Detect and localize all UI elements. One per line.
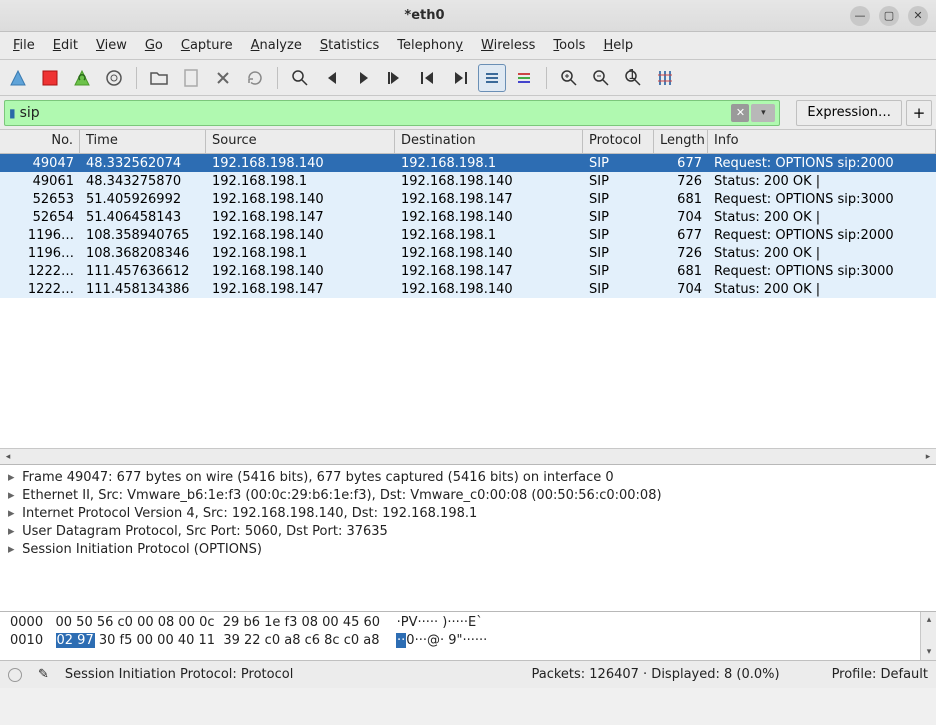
titlebar: *eth0 — ▢ ✕ [0,0,936,32]
packet-rows: 4904748.332562074192.168.198.140192.168.… [0,154,936,298]
close-file-button[interactable] [209,64,237,92]
capture-options-button[interactable] [100,64,128,92]
packet-row[interactable]: 1222…111.457636612192.168.198.140192.168… [0,262,936,280]
col-info[interactable]: Info [708,130,936,153]
go-last-button[interactable] [446,64,474,92]
menu-tools[interactable]: Tools [544,35,594,56]
open-file-button[interactable] [145,64,173,92]
resize-columns-button[interactable] [651,64,679,92]
go-forward-button[interactable] [350,64,378,92]
expression-button[interactable]: Expression… [796,100,902,126]
go-first-button[interactable] [414,64,442,92]
packet-row[interactable]: 5265451.406458143192.168.198.147192.168.… [0,208,936,226]
hex-line: 0010 02 97 30 f5 00 00 40 11 39 22 c0 a8… [10,632,926,650]
col-protocol[interactable]: Protocol [583,130,654,153]
clear-filter-button[interactable]: ✕ [731,104,749,122]
detail-line[interactable]: ▸ Frame 49047: 677 bytes on wire (5416 b… [8,469,928,487]
status-bar: ✎ Session Initiation Protocol: Protocol … [0,660,936,688]
stop-capture-button[interactable] [36,64,64,92]
detail-line[interactable]: ▸ Ethernet II, Src: Vmware_b6:1e:f3 (00:… [8,487,928,505]
toolbar: 1 [0,60,936,96]
packet-row[interactable]: 4906148.343275870192.168.198.1192.168.19… [0,172,936,190]
col-length[interactable]: Length [654,130,708,153]
menu-capture[interactable]: Capture [172,35,242,56]
zoom-out-button[interactable] [587,64,615,92]
col-destination[interactable]: Destination [395,130,583,153]
menu-analyze[interactable]: Analyze [242,35,311,56]
menu-bar: File Edit View Go Capture Analyze Statis… [0,32,936,60]
status-profile[interactable]: Profile: Default [832,667,928,682]
packet-list-hscroll[interactable]: ◂▸ [0,448,936,464]
col-source[interactable]: Source [206,130,395,153]
packet-row[interactable]: 5265351.405926992192.168.198.140192.168.… [0,190,936,208]
menu-view[interactable]: View [87,35,136,56]
packet-row[interactable]: 4904748.332562074192.168.198.140192.168.… [0,154,936,172]
detail-line[interactable]: ▸ User Datagram Protocol, Src Port: 5060… [8,523,928,541]
menu-wireless[interactable]: Wireless [472,35,544,56]
window-title: *eth0 [8,8,841,23]
svg-text:1: 1 [628,69,636,83]
display-filter-input-wrap: ▮ ✕ ▾ [4,100,780,126]
start-capture-button[interactable] [4,64,32,92]
detail-line[interactable]: ▸ Session Initiation Protocol (OPTIONS) [8,541,928,559]
menu-go[interactable]: Go [136,35,172,56]
save-file-button[interactable] [177,64,205,92]
reload-button[interactable] [241,64,269,92]
packet-list-header[interactable]: No. Time Source Destination Protocol Len… [0,130,936,154]
hex-vscroll[interactable]: ▴▾ [920,612,936,660]
filter-bar: ▮ ✕ ▾ Expression… + [0,96,936,130]
toolbar-separator [546,67,547,89]
zoom-in-button[interactable] [555,64,583,92]
menu-file[interactable]: File [4,35,44,56]
menu-statistics[interactable]: Statistics [311,35,388,56]
menu-help[interactable]: Help [594,35,642,56]
go-to-packet-button[interactable] [382,64,410,92]
apply-filter-dropdown[interactable]: ▾ [751,104,775,122]
zoom-reset-button[interactable]: 1 [619,64,647,92]
packet-details-pane[interactable]: ▸ Frame 49047: 677 bytes on wire (5416 b… [0,465,936,612]
edit-icon[interactable]: ✎ [38,667,49,682]
bookmark-icon[interactable]: ▮ [9,106,16,120]
packet-bytes-pane[interactable]: 0000 00 50 56 c0 00 08 00 0c 29 b6 1e f3… [0,612,936,660]
auto-scroll-button[interactable] [478,64,506,92]
packet-row[interactable]: 1196…108.358940765192.168.198.140192.168… [0,226,936,244]
menu-telephony[interactable]: Telephony [388,35,472,56]
find-packet-button[interactable] [286,64,314,92]
packet-list-pane[interactable]: No. Time Source Destination Protocol Len… [0,130,936,465]
col-no[interactable]: No. [0,130,80,153]
col-time[interactable]: Time [80,130,206,153]
toolbar-separator [277,67,278,89]
maximize-button[interactable]: ▢ [879,6,899,26]
expert-info-icon[interactable] [8,668,22,682]
status-packet-count: Packets: 126407 · Displayed: 8 (0.0%) [531,667,779,682]
toolbar-separator [136,67,137,89]
menu-edit[interactable]: Edit [44,35,87,56]
restart-capture-button[interactable] [68,64,96,92]
hex-line: 0000 00 50 56 c0 00 08 00 0c 29 b6 1e f3… [10,614,926,632]
packet-row[interactable]: 1196…108.368208346192.168.198.1192.168.1… [0,244,936,262]
detail-line[interactable]: ▸ Internet Protocol Version 4, Src: 192.… [8,505,928,523]
packet-row[interactable]: 1222…111.458134386192.168.198.147192.168… [0,280,936,298]
go-back-button[interactable] [318,64,346,92]
minimize-button[interactable]: — [850,6,870,26]
status-field-info: Session Initiation Protocol: Protocol [65,667,293,682]
colorize-button[interactable] [510,64,538,92]
add-filter-button[interactable]: + [906,100,932,126]
display-filter-input[interactable] [16,105,728,121]
close-button[interactable]: ✕ [908,6,928,26]
